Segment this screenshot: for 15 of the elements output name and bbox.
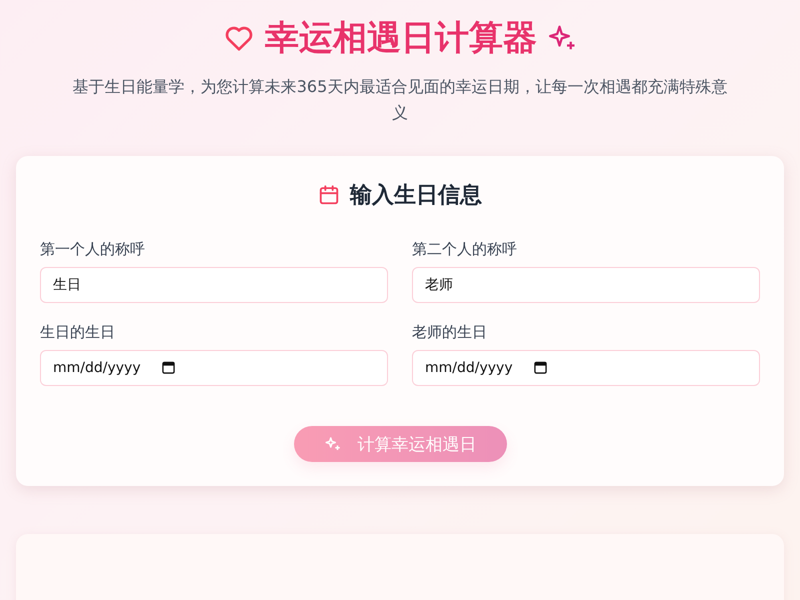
form-title: 输入生日信息	[350, 182, 482, 210]
date-field[interactable]: mm/dd/yyyy	[412, 350, 760, 386]
sparkles-icon	[324, 435, 342, 453]
page-subtitle: 基于生日能量学，为您计算未来365天内最适合见面的幸运日期，让每一次相遇都充满特殊意义	[72, 76, 728, 124]
date-field[interactable]: mm/dd/yyyy	[40, 350, 388, 386]
field-label: 第一个人的称呼	[40, 240, 146, 259]
input-field[interactable]: 生日	[40, 267, 388, 303]
page-title: 幸运相遇日计算器	[265, 17, 537, 60]
calendar-icon[interactable]	[534, 361, 547, 374]
calendar-icon	[318, 184, 340, 206]
input-field[interactable]: 老师	[412, 267, 760, 303]
calendar-icon[interactable]	[162, 361, 175, 374]
field-label: 第二个人的称呼	[412, 240, 518, 259]
field-label: 生日的生日	[40, 323, 116, 342]
field-label: 老师的生日	[412, 323, 488, 342]
